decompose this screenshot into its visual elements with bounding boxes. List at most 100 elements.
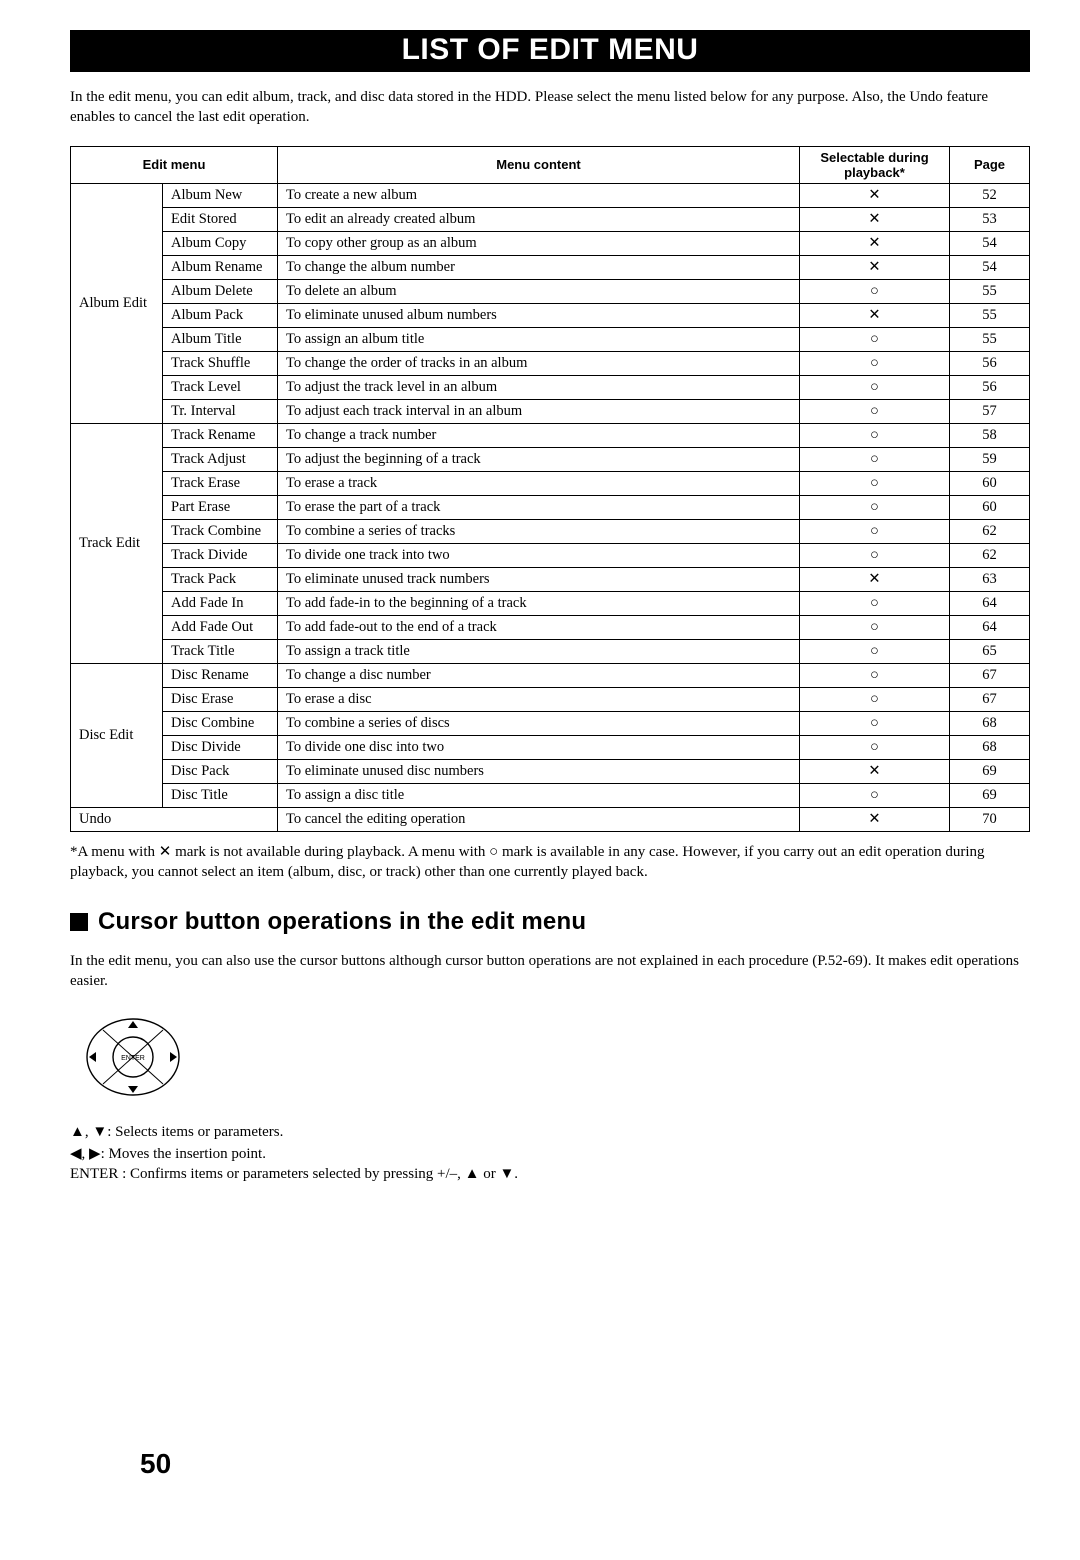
content-cell: To change the order of tracks in an albu… [278,351,800,375]
table-row: Album TitleTo assign an album title○55 [71,327,1030,351]
table-row: Add Fade OutTo add fade-out to the end o… [71,615,1030,639]
selectable-cell: ○ [800,663,950,687]
page-cell: 70 [950,807,1030,831]
selectable-cell: ✕ [800,807,950,831]
content-cell: To edit an already created album [278,207,800,231]
table-row: Album RenameTo change the album number✕5… [71,255,1030,279]
up-arrow-icon [128,1021,138,1028]
content-cell: To combine a series of tracks [278,519,800,543]
page-cell: 55 [950,279,1030,303]
content-cell: To change the album number [278,255,800,279]
submenu-cell: Track Erase [163,471,278,495]
content-cell: To assign a disc title [278,783,800,807]
table-row: Track EditTrack RenameTo change a track … [71,423,1030,447]
submenu-cell: Album Pack [163,303,278,327]
content-cell: To add fade-in to the beginning of a tra… [278,591,800,615]
table-row: Disc TitleTo assign a disc title○69 [71,783,1030,807]
submenu-cell: Track Pack [163,567,278,591]
submenu-cell: Track Rename [163,423,278,447]
table-row: Track AdjustTo adjust the beginning of a… [71,447,1030,471]
content-cell: To divide one disc into two [278,735,800,759]
selectable-cell: ○ [800,615,950,639]
page-cell: 60 [950,471,1030,495]
page-cell: 68 [950,735,1030,759]
selectable-cell: ○ [800,711,950,735]
submenu-cell: Track Combine [163,519,278,543]
selectable-cell: ○ [800,783,950,807]
selectable-cell: ○ [800,735,950,759]
group-cell: Album Edit [71,183,163,423]
submenu-cell: Album Delete [163,279,278,303]
selectable-cell: ✕ [800,183,950,207]
content-cell: To change a disc number [278,663,800,687]
legend-up-down: ▲, ▼: Selects items or parameters. [70,1124,1030,1141]
selectable-cell: ○ [800,591,950,615]
right-arrow-icon [170,1052,177,1062]
square-bullet-icon [70,913,88,931]
content-cell: To adjust the beginning of a track [278,447,800,471]
page-cell: 55 [950,327,1030,351]
selectable-cell: ○ [800,471,950,495]
table-row: Disc PackTo eliminate unused disc number… [71,759,1030,783]
selectable-cell: ○ [800,279,950,303]
table-row: Album CopyTo copy other group as an albu… [71,231,1030,255]
selectable-cell: ○ [800,495,950,519]
undo-cell: Undo [71,807,278,831]
selectable-cell: ○ [800,399,950,423]
page-cell: 53 [950,207,1030,231]
page-cell: 65 [950,639,1030,663]
content-cell: To erase a disc [278,687,800,711]
table-row: Album EditAlbum NewTo create a new album… [71,183,1030,207]
th-menu-content: Menu content [278,146,800,183]
th-edit-menu: Edit menu [71,146,278,183]
content-cell: To assign a track title [278,639,800,663]
enter-label: ENTER [121,1055,145,1062]
submenu-cell: Track Shuffle [163,351,278,375]
table-row: Disc DivideTo divide one disc into two○6… [71,735,1030,759]
submenu-cell: Edit Stored [163,207,278,231]
selectable-cell: ✕ [800,567,950,591]
cursor-intro-paragraph: In the edit menu, you can also use the c… [70,951,1030,992]
down-arrow-icon [128,1086,138,1093]
submenu-cell: Album New [163,183,278,207]
table-row: Track ShuffleTo change the order of trac… [71,351,1030,375]
table-row: Track PackTo eliminate unused track numb… [71,567,1030,591]
page-cell: 62 [950,543,1030,567]
page-cell: 56 [950,375,1030,399]
content-cell: To eliminate unused album numbers [278,303,800,327]
group-cell: Track Edit [71,423,163,663]
content-cell: To change a track number [278,423,800,447]
submenu-cell: Part Erase [163,495,278,519]
page-cell: 57 [950,399,1030,423]
table-row: Track CombineTo combine a series of trac… [71,519,1030,543]
submenu-cell: Disc Erase [163,687,278,711]
selectable-cell: ○ [800,351,950,375]
th-page: Page [950,146,1030,183]
page-cell: 64 [950,591,1030,615]
table-row: UndoTo cancel the editing operation✕70 [71,807,1030,831]
submenu-cell: Disc Rename [163,663,278,687]
page-cell: 59 [950,447,1030,471]
selectable-cell: ○ [800,423,950,447]
table-row: Part EraseTo erase the part of a track○6… [71,495,1030,519]
edit-menu-table: Edit menu Menu content Selectable during… [70,146,1030,832]
page-cell: 68 [950,711,1030,735]
legend-left-right: ◀, ▶: Moves the insertion point. [70,1144,1030,1163]
th-selectable: Selectable during playback* [800,146,950,183]
cursor-legend: ▲, ▼: Selects items or parameters. ◀, ▶:… [70,1124,1030,1183]
page-cell: 60 [950,495,1030,519]
table-footnote: *A menu with ✕ mark is not available dur… [70,842,1030,883]
section-heading: Cursor button operations in the edit men… [70,908,1030,936]
content-cell: To combine a series of discs [278,711,800,735]
submenu-cell: Track Level [163,375,278,399]
selectable-cell: ✕ [800,255,950,279]
page-cell: 69 [950,783,1030,807]
submenu-cell: Album Rename [163,255,278,279]
page-cell: 62 [950,519,1030,543]
table-row: Disc EraseTo erase a disc○67 [71,687,1030,711]
content-cell: To create a new album [278,183,800,207]
selectable-cell: ○ [800,639,950,663]
content-cell: To delete an album [278,279,800,303]
selectable-cell: ✕ [800,231,950,255]
submenu-cell: Add Fade Out [163,615,278,639]
